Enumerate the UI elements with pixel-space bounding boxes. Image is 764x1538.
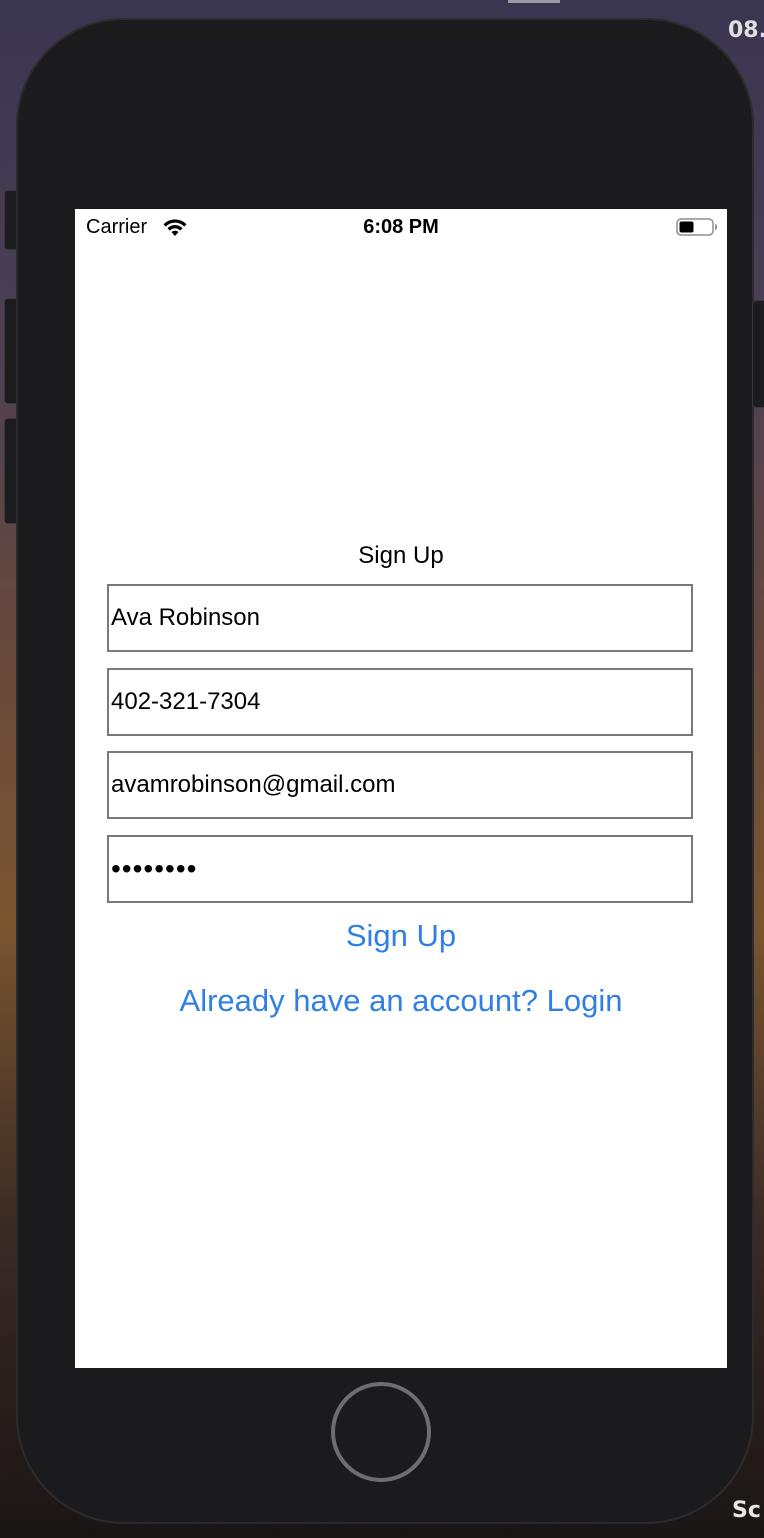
phone-input[interactable] (109, 670, 691, 734)
sign-up-button[interactable]: Sign Up (75, 918, 727, 954)
home-button[interactable] (331, 1382, 431, 1482)
power-button[interactable] (752, 300, 764, 408)
desktop-clock-text: 08. (728, 18, 764, 43)
status-time: 6:08 PM (363, 216, 439, 238)
phone-field[interactable] (107, 668, 693, 736)
device-screen: Carrier 6:08 PM Sign Up Sign (75, 209, 727, 1368)
simulator-device: Carrier 6:08 PM Sign Up Sign (16, 18, 764, 1524)
battery-icon (676, 218, 717, 236)
name-input[interactable] (109, 586, 691, 650)
status-bar: Carrier 6:08 PM (75, 209, 727, 247)
password-field[interactable] (107, 835, 693, 903)
name-field[interactable] (107, 584, 693, 652)
desktop-menu-bar (508, 0, 560, 3)
password-input[interactable] (109, 837, 691, 901)
sign-up-title: Sign Up (358, 542, 444, 569)
email-field[interactable] (107, 751, 693, 819)
email-input[interactable] (109, 753, 691, 817)
login-link[interactable]: Already have an account? Login (75, 983, 727, 1019)
desktop-file-label: Sc (732, 1498, 761, 1523)
